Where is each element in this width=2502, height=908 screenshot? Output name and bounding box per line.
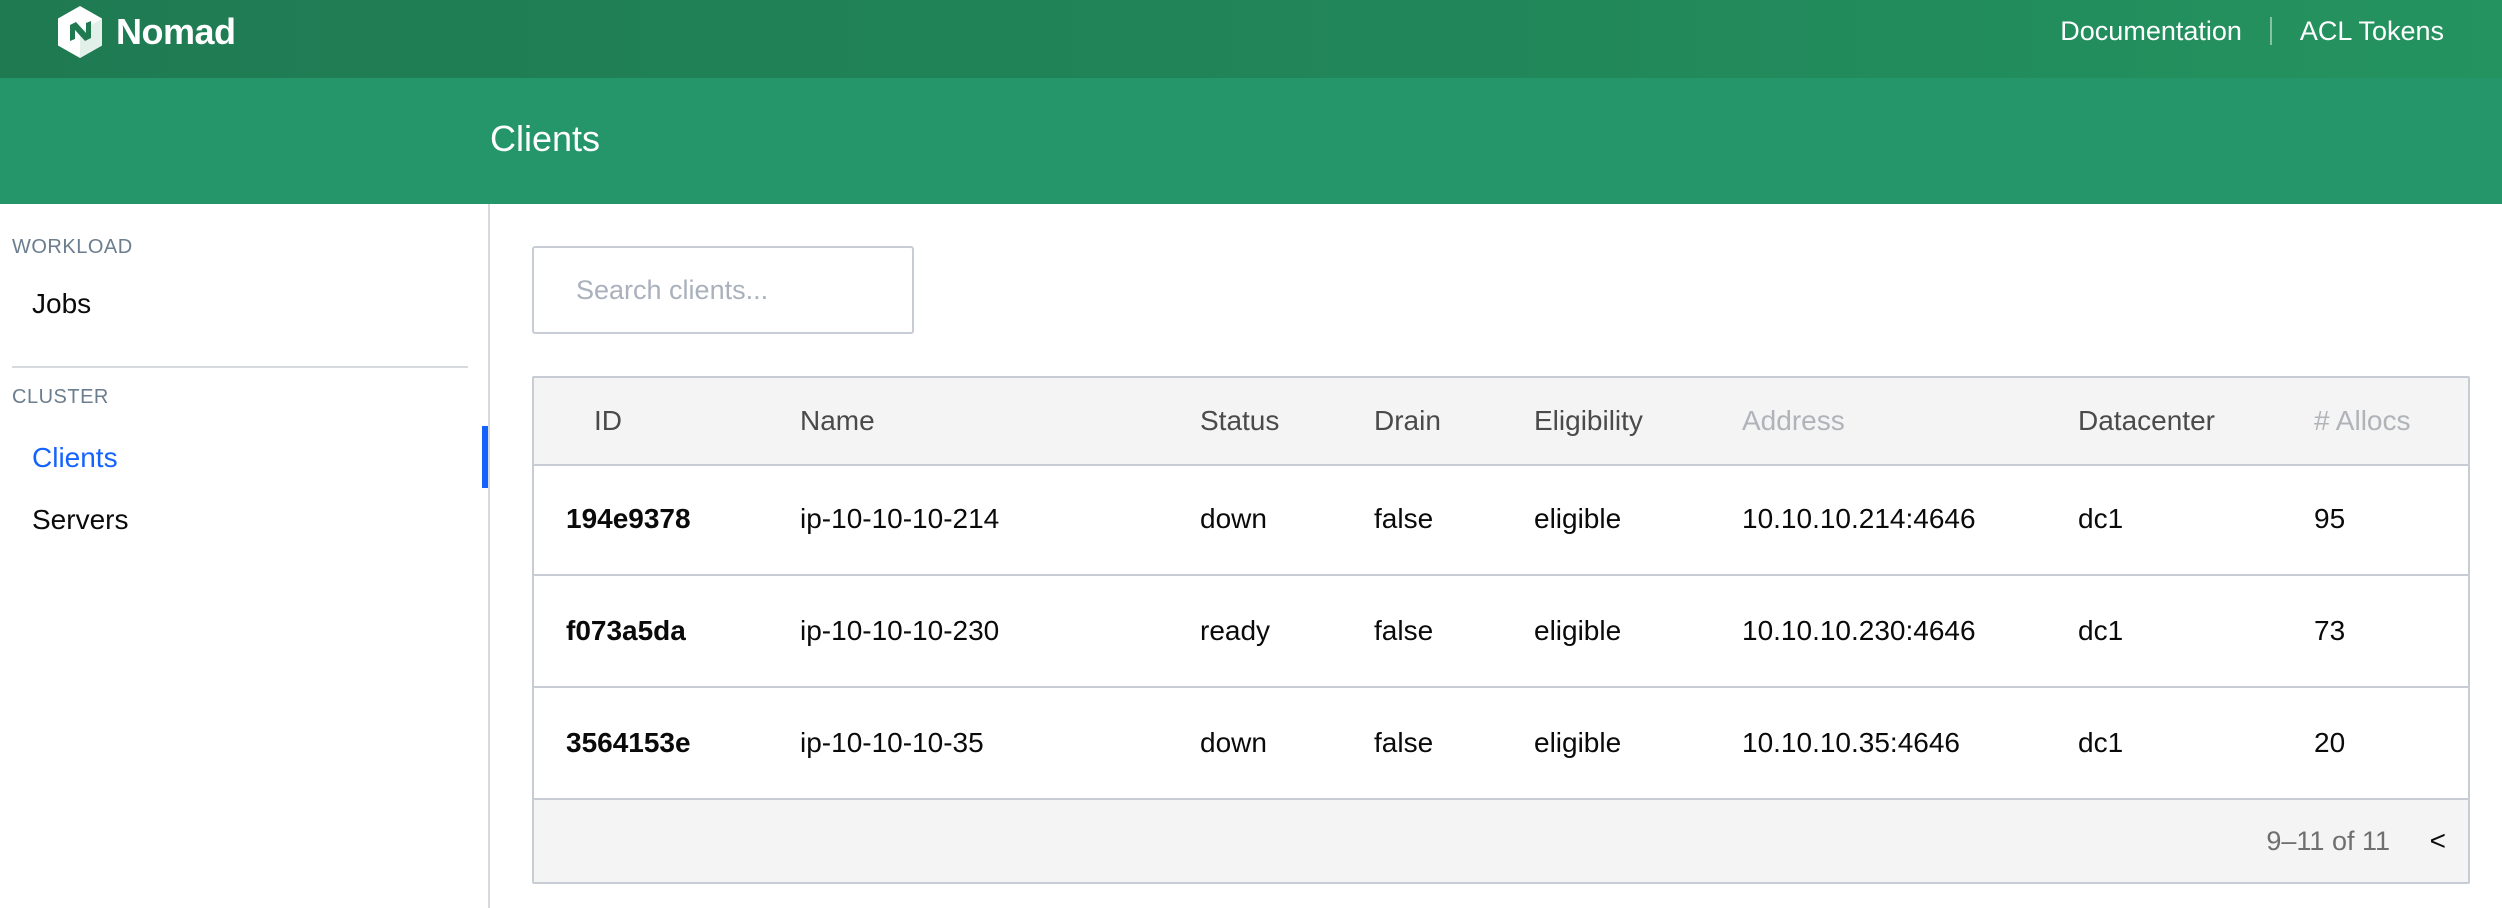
sidebar-item-jobs[interactable]: Jobs bbox=[32, 288, 91, 320]
client-datacenter: dc1 bbox=[2078, 615, 2124, 646]
client-drain: false bbox=[1374, 727, 1434, 758]
client-status: down bbox=[1200, 727, 1267, 758]
table-row[interactable]: 3564153e ip-10-10-10-35 down false eligi… bbox=[534, 688, 2468, 800]
client-id[interactable]: f073a5da bbox=[566, 576, 686, 686]
documentation-link[interactable]: Documentation bbox=[2060, 16, 2242, 47]
client-eligibility: eligible bbox=[1534, 615, 1622, 646]
client-id[interactable]: 3564153e bbox=[566, 688, 691, 798]
column-header-datacenter[interactable]: Datacenter bbox=[2078, 378, 2215, 464]
nomad-logo-icon bbox=[58, 6, 102, 58]
nav-links: Documentation ACL Tokens bbox=[2060, 12, 2444, 50]
column-header-name[interactable]: Name bbox=[800, 378, 875, 464]
client-datacenter: dc1 bbox=[2078, 503, 2124, 534]
client-id[interactable]: 194e9378 bbox=[566, 464, 691, 574]
search-input[interactable] bbox=[534, 248, 912, 332]
client-eligibility: eligible bbox=[1534, 503, 1622, 534]
table-row[interactable]: 194e9378 ip-10-10-10-214 down false elig… bbox=[534, 464, 2468, 576]
acl-tokens-link[interactable]: ACL Tokens bbox=[2300, 16, 2444, 47]
client-allocs: 73 bbox=[2314, 615, 2346, 646]
menu-label-workload: WORKLOAD bbox=[12, 236, 133, 258]
client-allocs: 95 bbox=[2314, 503, 2346, 534]
table-header: ID Name Status Drain Eligibility Address… bbox=[534, 378, 2468, 466]
client-name: ip-10-10-10-214 bbox=[800, 503, 1000, 534]
active-item-indicator bbox=[482, 426, 488, 488]
menu-label-cluster: CLUSTER bbox=[12, 386, 109, 408]
column-header-eligibility[interactable]: Eligibility bbox=[1534, 378, 1643, 464]
client-allocs: 20 bbox=[2314, 727, 2346, 758]
search-box bbox=[532, 246, 914, 334]
column-header-allocs: # Allocs bbox=[2314, 405, 2411, 436]
nav-divider bbox=[2269, 17, 2272, 45]
column-header-id[interactable]: ID bbox=[594, 378, 622, 464]
table-pagination: 9–11 of 11 < bbox=[534, 800, 2468, 882]
page-title: Clients bbox=[490, 118, 601, 159]
clients-table: ID Name Status Drain Eligibility Address… bbox=[532, 376, 2470, 884]
sidebar-item-clients[interactable]: Clients bbox=[32, 442, 118, 474]
client-eligibility: eligible bbox=[1534, 727, 1622, 758]
client-status: down bbox=[1200, 503, 1267, 534]
client-address: 10.10.10.230:4646 bbox=[1742, 615, 1976, 646]
client-name: ip-10-10-10-230 bbox=[800, 615, 1000, 646]
column-header-status[interactable]: Status bbox=[1200, 378, 1279, 464]
client-drain: false bbox=[1374, 615, 1434, 646]
table-row[interactable]: f073a5da ip-10-10-10-230 ready false eli… bbox=[534, 576, 2468, 688]
client-address: 10.10.10.214:4646 bbox=[1742, 503, 1976, 534]
brand-home-link[interactable]: Nomad bbox=[56, 4, 236, 60]
pagination-range: 9–11 of 11 bbox=[2266, 826, 2390, 856]
column-header-address: Address bbox=[1742, 405, 1845, 436]
brand-name: Nomad bbox=[116, 11, 236, 52]
page-title-bar: Clients bbox=[0, 78, 2502, 204]
client-name: ip-10-10-10-35 bbox=[800, 727, 984, 758]
sidebar: WORKLOAD Jobs CLUSTER Clients Servers bbox=[0, 204, 490, 908]
column-header-drain[interactable]: Drain bbox=[1374, 378, 1441, 464]
menu-divider bbox=[12, 366, 468, 368]
sidebar-item-servers[interactable]: Servers bbox=[32, 504, 128, 536]
client-datacenter: dc1 bbox=[2078, 727, 2124, 758]
client-drain: false bbox=[1374, 503, 1434, 534]
previous-page-button[interactable]: < bbox=[2430, 800, 2446, 882]
top-navbar: Nomad Documentation ACL Tokens bbox=[0, 0, 2502, 78]
client-address: 10.10.10.35:4646 bbox=[1742, 727, 1960, 758]
client-status: ready bbox=[1200, 615, 1271, 646]
